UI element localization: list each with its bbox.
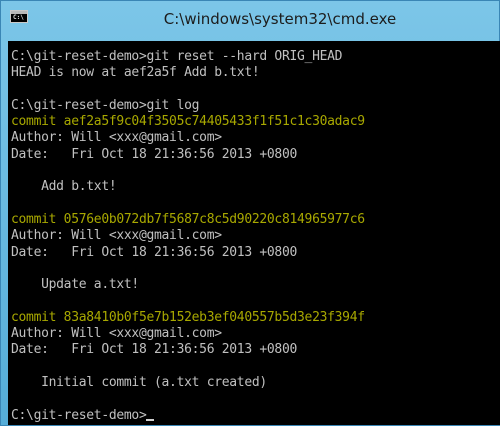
console-line: Update a.txt! [11,277,365,293]
console-lines: C:\git-reset-demo>git reset --hard ORIG_… [11,49,365,424]
console-line: Author: Will <xxx@gmail.com> [11,130,365,146]
console-line-text: C:\git-reset-demo> [11,407,147,423]
console-line-text: commit aef2a5f9c04f3505c74405433f1f51c1c… [11,114,365,130]
console-line-text: HEAD is now at aef2a5f Add b.txt! [11,65,260,81]
console-line-text: C:\git-reset-demo>git reset --hard ORIG_… [11,49,343,64]
console-line: HEAD is now at aef2a5f Add b.txt! [11,65,365,81]
console-line-text: commit 0576e0b072db7f5687c8c5d90220c8149… [11,211,365,227]
console-line-text: Update a.txt! [11,277,139,293]
commit-hash-line: commit aef2a5f9c04f3505c74405433f1f51c1c… [11,114,365,130]
console-line-text: Date: Fri Oct 18 21:36:56 2013 +0800 [11,342,298,358]
cmd-window: C:\ C:\windows\system32\cmd.exe C:\git-r… [0,0,500,426]
text-cursor [146,418,155,421]
console-line-text: Author: Will <xxx@gmail.com> [11,228,222,244]
console-line-text: Initial commit (a.txt created) [11,374,267,390]
console-line-text: Date: Fri Oct 18 21:36:56 2013 +0800 [11,244,298,260]
command-prompt-line: C:\git-reset-demo> [11,408,365,424]
commit-hash-line: commit 83a8410b0f5e7b152eb3ef040557b5d3e… [11,310,365,326]
console-line: Author: Will <xxx@gmail.com> [11,326,365,342]
console-line-text: commit 83a8410b0f5e7b152eb3ef040557b5d3e… [11,309,365,325]
console-line: C:\git-reset-demo>git log [11,98,365,114]
window-title: C:\windows\system32\cmd.exe [163,10,397,28]
console-line-text: Author: Will <xxx@gmail.com> [11,130,222,146]
console-line: Date: Fri Oct 18 21:36:56 2013 +0800 [11,342,365,358]
console-line: Initial commit (a.txt created) [11,375,365,391]
title-bar[interactable]: C:\ C:\windows\system32\cmd.exe [1,1,499,39]
console-line: Author: Will <xxx@gmail.com> [11,228,365,244]
console-line-text: Date: Fri Oct 18 21:36:56 2013 +0800 [11,146,298,162]
console-line: Add b.txt! [11,179,365,195]
console-line-text: Author: Will <xxx@gmail.com> [11,326,222,342]
console-line-text: Add b.txt! [11,179,117,195]
commit-hash-line: commit 0576e0b072db7f5687c8c5d90220c8149… [11,212,365,228]
console-output[interactable]: C:\git-reset-demo>git reset --hard ORIG_… [8,41,500,425]
console-line: C:\git-reset-demo>git reset --hard ORIG_… [11,49,365,65]
console-line: Date: Fri Oct 18 21:36:56 2013 +0800 [11,147,365,163]
console-line: Date: Fri Oct 18 21:36:56 2013 +0800 [11,245,365,261]
console-line-text: C:\git-reset-demo>git log [11,97,200,113]
